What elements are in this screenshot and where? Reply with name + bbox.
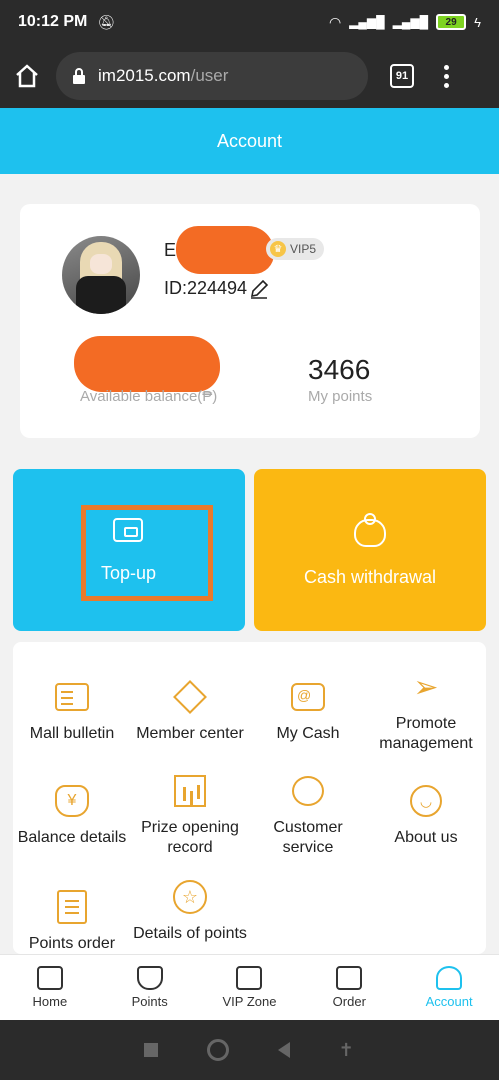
url-path: /user: [190, 66, 229, 85]
url-domain: im2015.com: [98, 66, 191, 85]
star-icon: ☆: [171, 878, 209, 916]
status-bar: 10:12 PM 🔕︎ ◠ ▂▄▆█ ▂▄▆█ 29 ϟ: [0, 0, 499, 44]
menu-item-points-order[interactable]: Points order: [13, 888, 131, 954]
diamond-icon: [136, 966, 163, 990]
crown-icon: ♛: [270, 241, 286, 257]
piggy-bank-icon: [354, 513, 386, 547]
smile-icon: ◡: [407, 782, 445, 820]
recents-icon[interactable]: [144, 1043, 159, 1057]
money-bag-icon: ¥: [53, 782, 91, 820]
back-icon[interactable]: [277, 1042, 290, 1058]
menu-label: Points order: [28, 935, 116, 952]
menu-label: Details of points: [133, 925, 247, 942]
home-icon[interactable]: [14, 63, 40, 89]
vip-label: VIP5: [290, 242, 317, 256]
menu-label: Balance details: [17, 829, 127, 846]
home-circle-icon[interactable]: [207, 1039, 230, 1061]
wifi-icon: ◠: [328, 13, 342, 30]
chat-bubble-icon: [289, 772, 327, 810]
menu-item-about-us[interactable]: ◡ About us: [367, 782, 485, 848]
person-icon: [436, 966, 463, 990]
points-label: My points: [308, 388, 373, 405]
charging-icon: ϟ: [474, 14, 481, 30]
user-id-text: ID:224494: [164, 278, 248, 298]
menu-item-details-of-points[interactable]: ☆ Details of points: [131, 878, 249, 944]
balance-label: Available balance(₱): [80, 388, 218, 405]
page-title: Account: [216, 130, 283, 151]
tab-switcher-button[interactable]: 91: [390, 64, 414, 88]
nav-account[interactable]: Account: [399, 955, 499, 1020]
nav-label: VIP Zone: [222, 994, 277, 1009]
menu-label: Customer service: [273, 819, 343, 856]
url-text: im2015.com/user: [98, 66, 228, 86]
menu-item-promote-management[interactable]: ➢ Promote management: [367, 668, 485, 754]
signal-icon: ▂▄▆█: [349, 15, 385, 29]
nav-order[interactable]: Order: [299, 955, 399, 1020]
menu-item-balance-details[interactable]: ¥ Balance details: [13, 782, 131, 848]
diamond-icon: [171, 678, 209, 716]
nav-points[interactable]: Points: [100, 955, 200, 1020]
page-header: Account: [0, 108, 499, 174]
menu-item-prize-opening-record[interactable]: Prize opening record: [131, 772, 249, 858]
more-menu-icon[interactable]: [444, 64, 449, 88]
document-icon: [336, 966, 363, 990]
address-bar[interactable]: im2015.com/user: [56, 52, 368, 100]
nav-label: Points: [131, 994, 168, 1009]
lock-icon: [73, 68, 85, 84]
cash-withdrawal-button[interactable]: Cash withdrawal: [254, 469, 486, 631]
clipboard-icon: [53, 888, 91, 926]
points-value: 3466: [308, 354, 371, 385]
highlight-box: [81, 505, 213, 601]
chart-icon: [171, 772, 209, 810]
menu-grid: Mall bulletin Member center My Cash ➢ Pr…: [13, 642, 486, 954]
username: E: [164, 240, 177, 260]
menu-item-member-center[interactable]: Member center: [131, 678, 249, 744]
bottom-nav: Home Points VIP Zone Order Account: [0, 954, 499, 1020]
paper-plane-icon: ➢: [413, 670, 439, 704]
vip-badge: ♛ VIP5: [266, 238, 325, 260]
redaction-mark-balance: [74, 336, 220, 392]
nav-home[interactable]: Home: [0, 955, 100, 1020]
menu-label: Promote management: [379, 715, 473, 752]
nav-label: Account: [425, 994, 473, 1009]
bulletin-icon: [53, 678, 91, 716]
signal-icon-2: ▂▄▆█: [392, 15, 429, 29]
wallet-icon: [113, 518, 143, 542]
nav-vip-zone[interactable]: VIP Zone: [200, 955, 300, 1020]
avatar[interactable]: [62, 236, 140, 314]
topup-button[interactable]: Top-up: [13, 469, 245, 631]
wallet-icon: [289, 678, 327, 716]
withdraw-label: Cash withdrawal: [303, 567, 437, 587]
user-id: ID:224494: [164, 278, 269, 299]
menu-label: Mall bulletin: [29, 725, 115, 742]
topup-label: Top-up: [101, 563, 157, 583]
menu-label: My Cash: [276, 725, 340, 742]
menu-item-my-cash[interactable]: My Cash: [249, 678, 367, 744]
system-nav-bar: ✝: [0, 1020, 499, 1080]
nav-label: Home: [32, 994, 68, 1009]
status-time: 10:12 PM: [18, 13, 88, 30]
accessibility-icon[interactable]: ✝: [339, 1041, 355, 1059]
edit-pencil-icon[interactable]: [249, 279, 269, 299]
battery-icon: 29: [436, 14, 467, 30]
mute-bell-icon: 🔕︎: [97, 13, 116, 30]
menu-item-mall-bulletin[interactable]: Mall bulletin: [13, 678, 131, 744]
profile-card: E ♛ VIP5 ID:224494 Available balance(₱) …: [20, 204, 480, 438]
browser-toolbar: im2015.com/user 91: [0, 44, 499, 108]
menu-label: Prize opening record: [141, 819, 239, 856]
redaction-mark: [176, 226, 274, 274]
nav-label: Order: [332, 994, 366, 1009]
menu-label: Member center: [136, 725, 244, 742]
menu-label: About us: [394, 829, 458, 846]
vip-flag-icon: [236, 966, 263, 990]
menu-item-customer-service[interactable]: Customer service: [249, 772, 367, 858]
home-icon: [36, 966, 63, 990]
